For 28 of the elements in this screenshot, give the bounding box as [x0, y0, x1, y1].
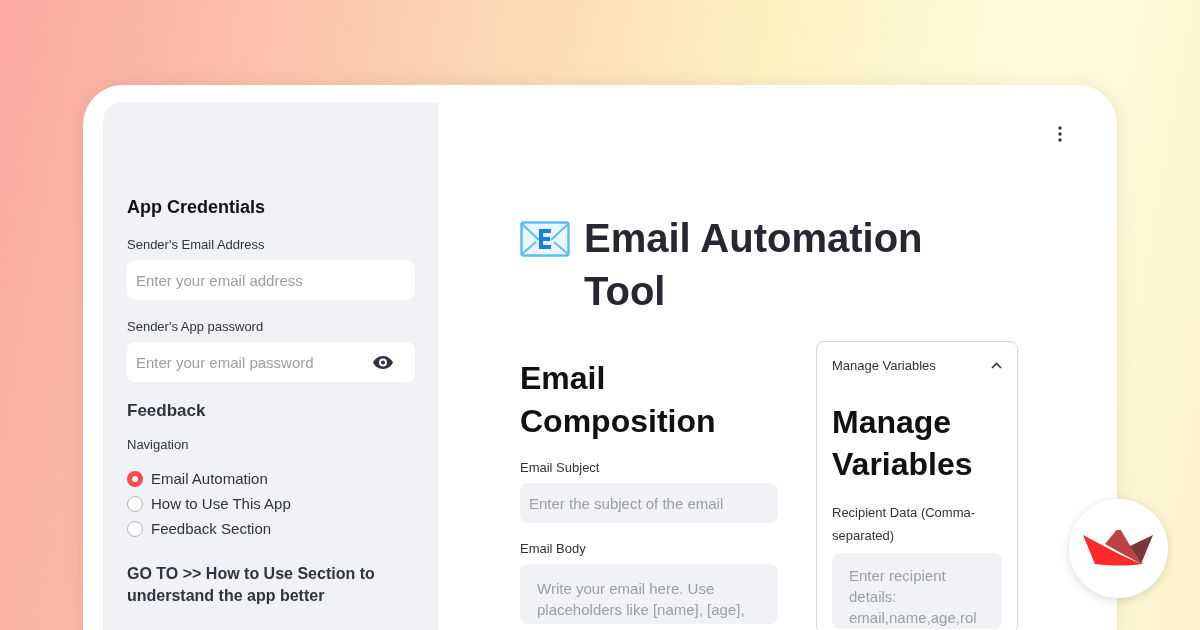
- radio-label[interactable]: Feedback Section: [151, 520, 272, 537]
- expander-header[interactable]: Manage Variables: [832, 342, 1002, 388]
- radio-button[interactable]: [127, 520, 143, 537]
- crown-logo-icon[interactable]: [1082, 529, 1155, 568]
- radio-group-label: Navigation: [127, 436, 190, 454]
- field-label: Recipient Data (Comma-separated): [832, 504, 977, 545]
- section-heading: Email Composition: [520, 359, 717, 441]
- hint-text: GO TO >> How to Use Section to understand the app better: [127, 564, 376, 606]
- password-field[interactable]: Enter your email password: [127, 342, 415, 382]
- field-label: Email Body: [520, 540, 587, 558]
- radio-label[interactable]: How to Use This App: [151, 495, 291, 512]
- radio-button[interactable]: [127, 470, 143, 487]
- envelope-icon: [520, 221, 570, 257]
- field-label: Sender's Email Address: [127, 236, 266, 254]
- section-heading: Feedback: [127, 400, 207, 422]
- text-area[interactable]: Write your email here. Use placeholders like [name], [age],: [520, 564, 778, 624]
- section-heading: App Credentials: [127, 196, 267, 218]
- eye-icon[interactable]: [373, 356, 393, 369]
- text-field[interactable]: Enter the subject of the email: [520, 483, 778, 523]
- radio-button[interactable]: [127, 495, 143, 512]
- text-area[interactable]: Enter recipient details: email,name,age,rol: [832, 553, 1002, 629]
- radio-label[interactable]: Email Automation: [151, 470, 268, 487]
- section-heading: Manage Variables: [832, 403, 974, 484]
- page-title: Email Automation Tool: [584, 215, 924, 315]
- field-label: Sender's App password: [127, 318, 265, 336]
- field-label: Email Subject: [520, 459, 601, 477]
- more-options-icon[interactable]: [1058, 126, 1062, 142]
- email-field[interactable]: Enter your email address: [127, 260, 415, 300]
